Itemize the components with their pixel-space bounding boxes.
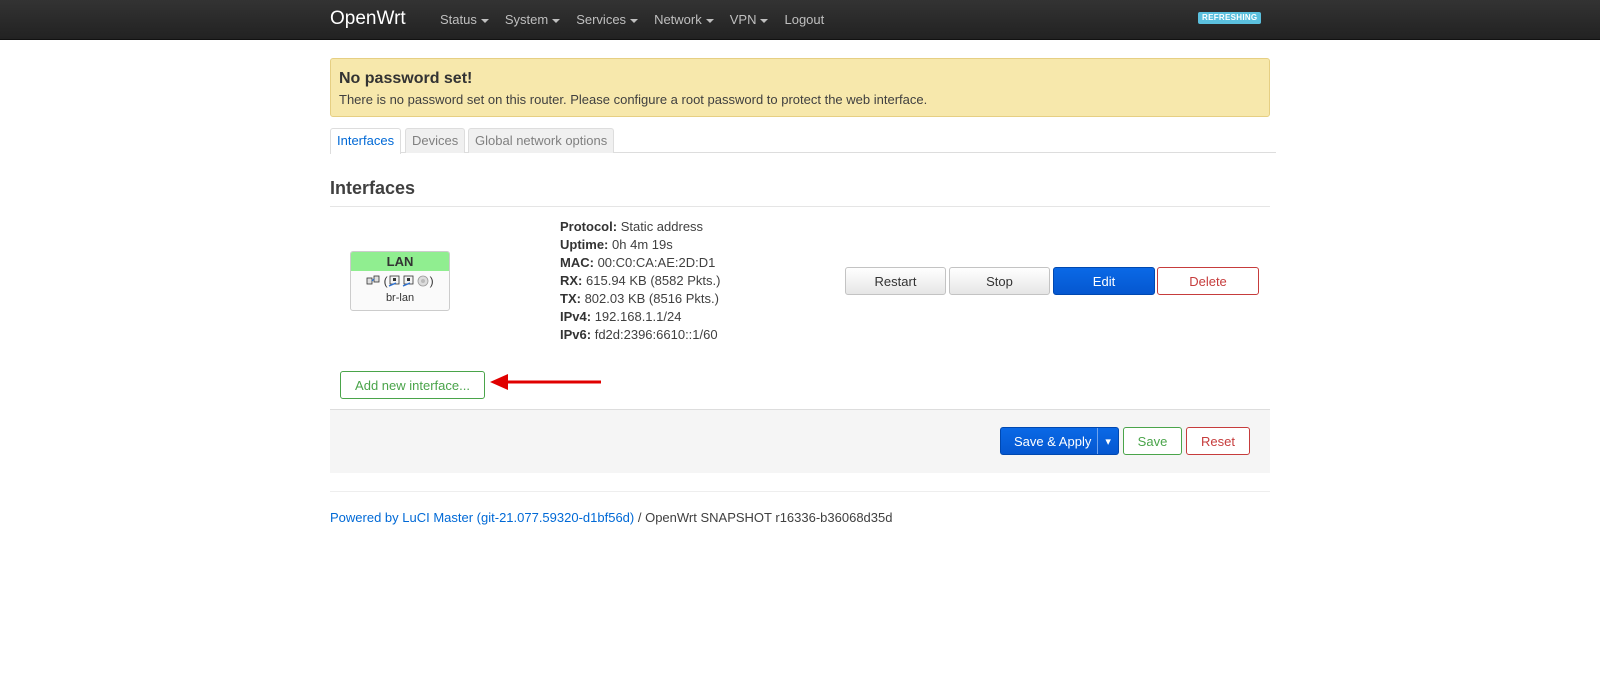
status-label: IPv4: [560, 309, 592, 324]
footer: Powered by LuCI Master (git-21.077.59320… [330, 510, 892, 525]
caret-down-icon [630, 19, 639, 23]
status-ipv4: IPv4: 192.168.1.1/24 [560, 308, 720, 326]
menu-system[interactable]: System [497, 0, 568, 40]
arrow-left-icon [490, 374, 601, 390]
openwrt-version-text: / OpenWrt SNAPSHOT r16336-b36068d35d [634, 510, 893, 525]
interface-badge-lan: LAN () br-lan [350, 251, 450, 311]
tab-devices[interactable]: Devices [405, 128, 466, 153]
menu-status-label: Status [440, 12, 477, 27]
menu-system-label: System [504, 12, 549, 27]
save-apply-button[interactable]: Save & Apply ▾ [1000, 427, 1119, 455]
restart-button[interactable]: Restart [845, 267, 946, 295]
alert-text: There is no password set on this router.… [339, 92, 928, 107]
dropdown-chevron-icon[interactable]: ▾ [1097, 428, 1118, 454]
menu-status[interactable]: Status [432, 0, 497, 40]
menu-services-label: Services [576, 12, 627, 27]
save-apply-label: Save & Apply [1014, 433, 1092, 449]
alert-title: No password set! [339, 70, 473, 87]
status-value: 615.94 KB (8582 Pkts.) [586, 273, 721, 288]
icons-close-paren: ) [429, 274, 434, 288]
caret-down-icon [705, 19, 714, 23]
main-menu: Status System Services Network VPN Logou… [432, 0, 832, 40]
refreshing-badge[interactable]: REFRESHING [1198, 12, 1262, 24]
reset-button[interactable]: Reset [1186, 427, 1250, 455]
brand-logo[interactable]: OpenWrt [330, 8, 406, 30]
menu-logout[interactable]: Logout [776, 0, 832, 40]
interface-port-icons: () [351, 271, 449, 291]
caret-down-icon [480, 19, 489, 23]
stop-button[interactable]: Stop [949, 267, 1050, 295]
status-label: TX: [560, 291, 581, 306]
menu-network[interactable]: Network [646, 0, 722, 40]
status-value: 802.03 KB (8516 Pkts.) [584, 291, 719, 306]
edit-button[interactable]: Edit [1053, 267, 1155, 295]
status-value: 00:C0:CA:AE:2D:D1 [597, 255, 716, 270]
section-divider [330, 206, 1270, 207]
status-ipv6: IPv6: fd2d:2396:6610::1/60 [560, 326, 720, 344]
status-rx: RX: 615.94 KB (8582 Pkts.) [560, 272, 720, 290]
menu-services[interactable]: Services [568, 0, 646, 40]
status-value: fd2d:2396:6610::1/60 [594, 327, 718, 342]
menu-vpn[interactable]: VPN [722, 0, 777, 40]
delete-button[interactable]: Delete [1157, 267, 1259, 295]
status-label: MAC: [560, 255, 594, 270]
luci-version-link[interactable]: Powered by LuCI Master (git-21.077.59320… [330, 510, 634, 525]
add-new-interface-button[interactable]: Add new interface... [340, 371, 485, 399]
status-tx: TX: 802.03 KB (8516 Pkts.) [560, 290, 720, 308]
interface-name: LAN [351, 252, 449, 271]
ethernet-port-icon [402, 275, 414, 287]
status-uptime: Uptime: 0h 4m 19s [560, 236, 720, 254]
menu-network-label: Network [654, 12, 702, 27]
caret-down-icon [760, 19, 769, 23]
footer-divider [330, 491, 1270, 492]
status-mac: MAC: 00:C0:CA:AE:2D:D1 [560, 254, 720, 272]
wireless-disabled-icon [417, 275, 429, 287]
ethernet-port-icon [388, 275, 400, 287]
status-label: RX: [560, 273, 583, 288]
status-value: 0h 4m 19s [612, 237, 673, 252]
section-title: Interfaces [330, 178, 416, 198]
interface-status: Protocol: Static address Uptime: 0h 4m 1… [560, 218, 720, 344]
top-navbar: OpenWrt Status System Services Network V… [0, 0, 1600, 40]
status-label: Uptime: [560, 237, 609, 252]
menu-vpn-label: VPN [729, 12, 757, 27]
bridge-icon [366, 275, 380, 285]
tab-bar: Interfaces Devices Global network option… [330, 128, 1276, 154]
status-value: Static address [620, 219, 704, 234]
tab-interfaces[interactable]: Interfaces [330, 128, 402, 154]
status-label: Protocol: [560, 219, 618, 234]
caret-down-icon [552, 19, 561, 23]
no-password-alert: No password set! There is no password se… [330, 58, 1270, 117]
status-label: IPv6: [560, 327, 592, 342]
menu-logout-label: Logout [784, 12, 825, 27]
status-protocol: Protocol: Static address [560, 218, 720, 236]
tab-global-network-options[interactable]: Global network options [468, 128, 615, 153]
save-button[interactable]: Save [1123, 427, 1182, 455]
interface-device: br-lan [385, 292, 415, 304]
status-value: 192.168.1.1/24 [594, 309, 682, 324]
